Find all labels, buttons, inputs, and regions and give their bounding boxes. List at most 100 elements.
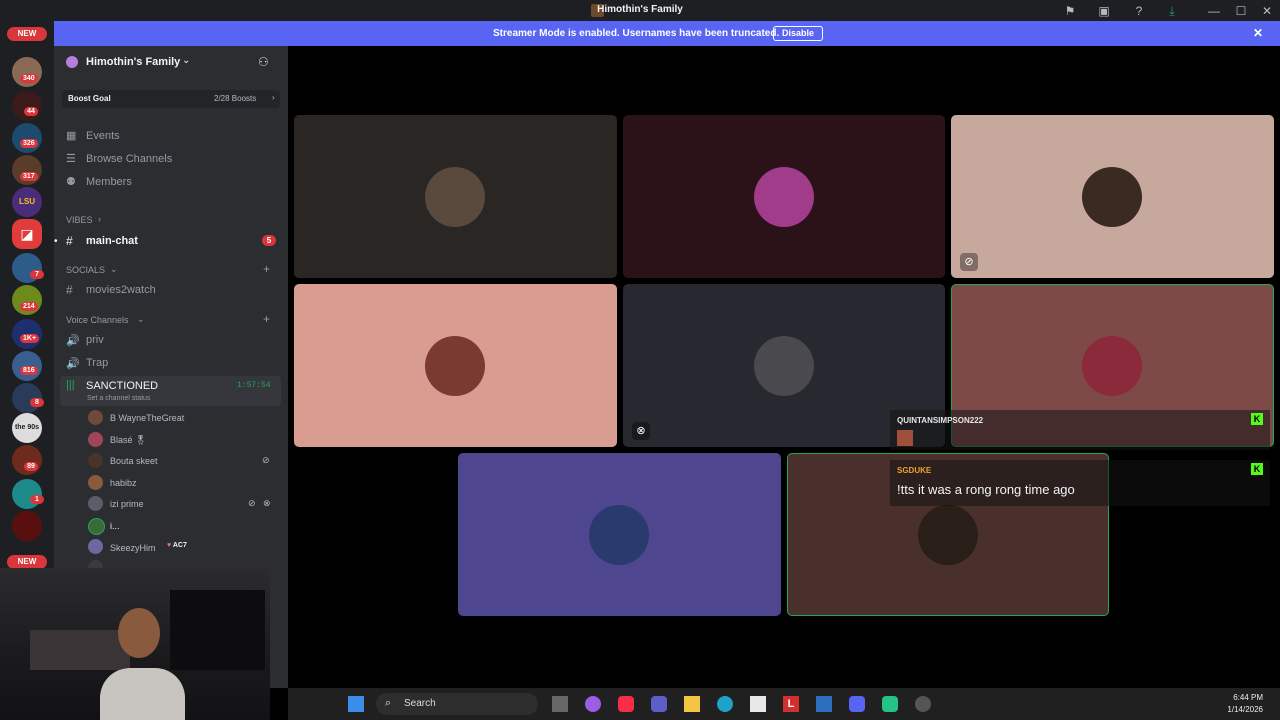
new-pill[interactable]: NEW — [7, 27, 47, 41]
new-pill[interactable]: NEW — [7, 555, 47, 569]
video-tile[interactable] — [458, 453, 781, 616]
server-avatar[interactable]: the 90s — [12, 413, 42, 443]
streamer-face — [118, 608, 160, 658]
avatar — [88, 475, 103, 490]
help-icon[interactable]: ? — [1131, 3, 1147, 19]
streamer-shirt — [100, 668, 185, 720]
invite-icon[interactable]: ⚇ — [258, 55, 269, 69]
file-explorer-icon[interactable] — [684, 696, 700, 712]
search-box[interactable]: ⌕ Search — [376, 693, 538, 715]
discord-icon[interactable] — [849, 696, 865, 712]
video-tile[interactable] — [294, 115, 617, 278]
participant-avatar — [754, 336, 814, 396]
channel-main-chat[interactable]: main-chat — [86, 235, 138, 247]
app-l-icon[interactable]: L — [783, 696, 799, 712]
music-icon[interactable] — [618, 696, 634, 712]
voice-channel-priv[interactable]: priv — [86, 334, 104, 346]
video-tile[interactable]: ⊘ — [951, 115, 1274, 278]
banner-message: Streamer Mode is enabled. Usernames have… — [493, 28, 780, 39]
chat-username: SGDUKE — [897, 466, 932, 475]
speaker-icon: 🔊 — [66, 358, 80, 370]
speaker-icon: 🔊 — [66, 335, 80, 347]
chat-app-icon[interactable] — [882, 696, 898, 712]
active-server-icon[interactable]: ◪ — [12, 219, 42, 249]
voice-user[interactable]: Blasé 🎖 — [110, 435, 146, 446]
windows-start-icon[interactable] — [348, 696, 364, 712]
flag-icon[interactable]: ⚑ — [1062, 3, 1078, 19]
add-channel-icon[interactable]: + — [263, 262, 270, 276]
channel-movies2watch[interactable]: movies2watch — [86, 284, 156, 296]
voice-user[interactable]: habibz — [110, 478, 137, 488]
video-tile[interactable] — [294, 284, 617, 447]
category-socials[interactable]: SOCIALS — [66, 265, 105, 275]
media-player-icon[interactable] — [915, 696, 931, 712]
inbox-icon[interactable]: ▣ — [1096, 3, 1112, 19]
chevron-right-icon: › — [272, 93, 275, 102]
voice-user[interactable]: B WayneTheGreat — [110, 413, 184, 423]
voice-timer: 1:57:54 — [237, 381, 271, 390]
teams-icon[interactable] — [651, 696, 667, 712]
channel-status-prompt[interactable]: Set a channel status — [87, 395, 150, 402]
mention-badge: 1K+ — [20, 334, 40, 343]
category-vibes[interactable]: VIBES — [66, 215, 93, 225]
voice-user[interactable]: i... — [110, 521, 120, 531]
kick-icon: K — [1251, 413, 1263, 425]
voice-channel-trap[interactable]: Trap — [86, 357, 108, 369]
video-tile[interactable] — [623, 115, 945, 278]
participant-avatar — [1082, 336, 1142, 396]
mention-badge: 214 — [20, 302, 38, 311]
category-voice-channels[interactable]: Voice Channels — [66, 315, 129, 325]
boost-goal-bar[interactable]: Boost Goal 2/28 Boosts › — [62, 90, 280, 108]
maximize-icon[interactable]: ☐ — [1233, 3, 1249, 19]
participant-avatar — [589, 505, 649, 565]
download-icon[interactable]: ⤓ — [1164, 3, 1180, 19]
server-avatar[interactable] — [12, 511, 42, 541]
edge-icon[interactable] — [717, 696, 733, 712]
kick-icon: K — [1251, 463, 1263, 475]
chevron-down-icon[interactable]: ⌄ — [182, 55, 190, 66]
clock-time[interactable]: 6:44 PM — [1223, 693, 1263, 702]
menu-members[interactable]: Members — [86, 176, 132, 188]
search-label: Search — [404, 698, 436, 709]
active-voice-channel[interactable]: ||| SANCTIONED 1:57:54 Set a channel sta… — [60, 376, 281, 406]
avatar — [88, 453, 103, 468]
mention-badge: 326 — [20, 139, 38, 148]
user-tag-label: AC7 — [172, 542, 187, 549]
server-avatar[interactable] — [12, 479, 42, 509]
minimize-icon[interactable]: — — [1206, 3, 1222, 19]
voice-channel-sanctioned: SANCTIONED — [86, 380, 159, 392]
add-channel-icon[interactable]: + — [263, 312, 270, 326]
avatar — [88, 539, 103, 554]
server-avatar[interactable]: LSU — [12, 187, 42, 217]
app-a-icon[interactable] — [816, 696, 832, 712]
chevron-down-icon: ⌄ — [110, 264, 118, 274]
avatar — [88, 518, 105, 535]
voice-user[interactable]: Bouta skeet — [110, 456, 158, 466]
chevron-down-icon: ⌄ — [137, 314, 145, 324]
task-view-icon[interactable] — [552, 696, 568, 712]
server-avatar[interactable] — [12, 123, 42, 153]
user-tag: ♥ AC7 — [167, 542, 187, 549]
avatar — [88, 496, 103, 511]
close-banner-icon[interactable]: ✕ — [1253, 26, 1263, 40]
server-name[interactable]: Himothin's Family — [86, 56, 180, 68]
unread-dot-icon: • — [54, 236, 58, 247]
copilot-icon[interactable] — [585, 696, 601, 712]
clock-date[interactable]: 1/14/2026 — [1217, 705, 1263, 714]
participant-avatar — [425, 167, 485, 227]
disable-button[interactable]: Disable — [773, 26, 823, 41]
server-avatar[interactable] — [12, 91, 42, 121]
close-icon[interactable]: ✕ — [1259, 3, 1275, 19]
streamer-mode-banner: Streamer Mode is enabled. Usernames have… — [54, 21, 1280, 46]
voice-user[interactable]: SkeezyHim — [110, 543, 156, 553]
menu-browse-channels[interactable]: Browse Channels — [86, 153, 172, 165]
members-icon: ⚉ — [66, 176, 76, 188]
menu-events[interactable]: Events — [86, 130, 120, 142]
voice-user[interactable]: izi prime — [110, 499, 144, 509]
avatar — [88, 432, 103, 447]
deafened-icon: ⊗ — [632, 422, 650, 440]
chat-overlay-message: QUINTANSIMPSON222 K — [890, 410, 1270, 450]
server-badge-icon — [66, 56, 78, 68]
avatar — [88, 410, 103, 425]
store-icon[interactable] — [750, 696, 766, 712]
